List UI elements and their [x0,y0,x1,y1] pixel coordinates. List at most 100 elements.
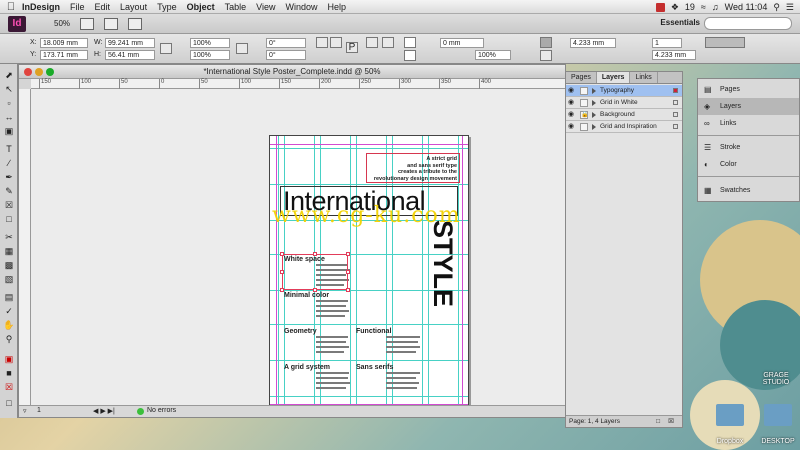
page-nav-controls[interactable]: ◀ ▶ ▶| [93,407,115,415]
gradient-tool-icon[interactable]: ▩ [3,260,15,271]
page-number[interactable]: 1 [37,407,41,414]
tab-layers[interactable]: Layers [596,72,631,83]
columns-field[interactable]: 1 [652,38,682,48]
dock-item-stroke[interactable]: ☰ Stroke [698,139,799,156]
lock-toggle-icon[interactable] [580,123,588,131]
screen-mode-icon[interactable] [104,17,119,30]
stroke-swatch-icon[interactable] [404,50,416,61]
zoom-status[interactable]: ▿ [23,407,27,415]
formatting-affects-container-icon[interactable]: ■ [3,368,15,379]
section-heading[interactable]: Geometry [284,328,317,335]
eye-icon[interactable]: ◉ [568,111,577,119]
page-tool-icon[interactable]: ▫ [3,98,15,109]
menu-type[interactable]: Type [157,2,177,12]
line-tool-icon[interactable]: ∕ [3,158,15,169]
scale-x-field[interactable]: 100% [190,38,230,48]
delete-layer-icon[interactable]: ☒ [668,416,674,428]
zoom-tool-icon[interactable]: ⚲ [3,334,15,345]
scissors-tool-icon[interactable]: ✂ [3,232,15,243]
resize-handle[interactable] [346,288,350,292]
poster-page[interactable]: A strict grid and sans serif type create… [269,135,469,405]
tab-pages[interactable]: Pages [566,72,597,83]
menu-object[interactable]: Object [187,2,215,12]
y-position-field[interactable]: 173.71 mm [40,50,88,60]
lock-icon[interactable]: 🔒 [580,111,588,119]
type-tool-icon[interactable]: T [3,144,15,155]
dock-item-swatches[interactable]: ▦ Swatches [698,182,799,199]
dock-item-pages[interactable]: ▤ Pages [698,81,799,98]
resize-handle[interactable] [313,252,317,256]
shear-field[interactable]: 0° [266,50,306,60]
dock-item-color[interactable]: ◐ Color [698,156,799,173]
gradient-feather-tool-icon[interactable]: ▧ [3,274,15,285]
menu-layout[interactable]: Layout [120,2,147,12]
tab-links[interactable]: Links [630,72,658,83]
horizontal-ruler[interactable]: 150 100 50 0 50 100 150 200 250 300 350 … [31,79,565,89]
section-heading[interactable]: A grid system [284,364,330,371]
menu-view[interactable]: View [256,2,275,12]
fill-stroke-swatch-icon[interactable]: ▣ [3,354,15,365]
rectangle-frame-tool-icon[interactable]: ☒ [3,200,15,211]
wifi-icon[interactable]: ≈ [701,2,706,12]
zoom-level-dropdown[interactable]: 50% [54,19,70,28]
hand-tool-icon[interactable]: ✋ [3,320,15,331]
close-window-icon[interactable] [24,68,32,76]
vertical-style-title[interactable]: STYLE [428,220,458,340]
pencil-tool-icon[interactable]: ✎ [3,186,15,197]
search-field[interactable] [704,17,792,30]
rotate-ccw-icon[interactable] [330,37,342,48]
gap-tool-icon[interactable]: ↔ [3,112,15,123]
desktop-folder-icon[interactable] [764,404,792,426]
select-content-icon[interactable] [382,37,394,48]
intro-text-frame[interactable]: A strict grid and sans serif type create… [366,153,460,183]
menu-help[interactable]: Help [328,2,347,12]
select-container-icon[interactable] [366,37,378,48]
menu-edit[interactable]: Edit [95,2,111,12]
selection-tool-icon[interactable]: ⬈ [3,70,15,81]
drop-shadow-icon[interactable] [540,37,552,48]
zoom-window-icon[interactable] [46,68,54,76]
height-field[interactable]: 56.41 mm [105,50,155,60]
expand-triangle-icon[interactable] [592,88,596,94]
dropbox-folder-icon[interactable] [716,404,744,426]
clock[interactable]: Wed 11:04 [725,2,768,12]
screen-mode-tool-icon[interactable]: □ [3,398,15,409]
arrange-documents-icon[interactable] [128,17,143,30]
app-name-menu[interactable]: InDesign [22,2,60,12]
dock-item-links[interactable]: ∞ Links [698,115,799,132]
note-tool-icon[interactable]: ▤ [3,292,15,303]
section-heading[interactable]: Sans serifs [356,364,393,371]
minimize-window-icon[interactable] [35,68,43,76]
volume-icon[interactable]: ♫ [712,2,719,12]
effects-icon[interactable] [540,50,552,61]
pasteboard[interactable]: A strict grid and sans serif type create… [31,89,565,405]
resize-handle[interactable] [280,252,284,256]
section-heading[interactable]: Functional [356,328,391,335]
rotate-cw-icon[interactable] [316,37,328,48]
width-field[interactable]: 99.241 mm [105,38,155,48]
scale-link-icon[interactable] [236,43,248,54]
spotlight-search-icon[interactable]: ⚲ [773,2,780,13]
desktop-icon-label[interactable]: Dropbox [706,438,754,445]
stroke-weight-field[interactable]: 0 mm [440,38,484,48]
layer-row-grid-and-inspiration[interactable]: ◉ Grid and Inspiration [566,121,682,133]
section-heading[interactable]: Minimal color [284,292,329,299]
workspace-switcher[interactable]: Essentials [660,18,700,27]
layer-row-grid-in-white[interactable]: ◉ Grid in White [566,97,682,109]
dropbox-status-icon[interactable]: ❖ [671,2,679,13]
free-transform-tool-icon[interactable]: ▦ [3,246,15,257]
eye-icon[interactable]: ◉ [568,87,577,95]
menu-table[interactable]: Table [225,2,247,12]
pen-tool-icon[interactable]: ✒ [3,172,15,183]
fill-swatch-icon[interactable] [404,37,416,48]
desktop-icon-label[interactable]: DESKTOP [756,438,800,445]
record-status-icon[interactable] [655,2,665,12]
content-collector-icon[interactable]: ▣ [3,126,15,137]
lock-toggle-icon[interactable] [580,99,588,107]
eye-icon[interactable]: ◉ [568,123,577,131]
constrain-proportions-icon[interactable] [160,43,172,54]
resize-handle[interactable] [280,288,284,292]
rotation-field[interactable]: 0° [266,38,306,48]
menu-file[interactable]: File [70,2,85,12]
resize-handle[interactable] [313,288,317,292]
